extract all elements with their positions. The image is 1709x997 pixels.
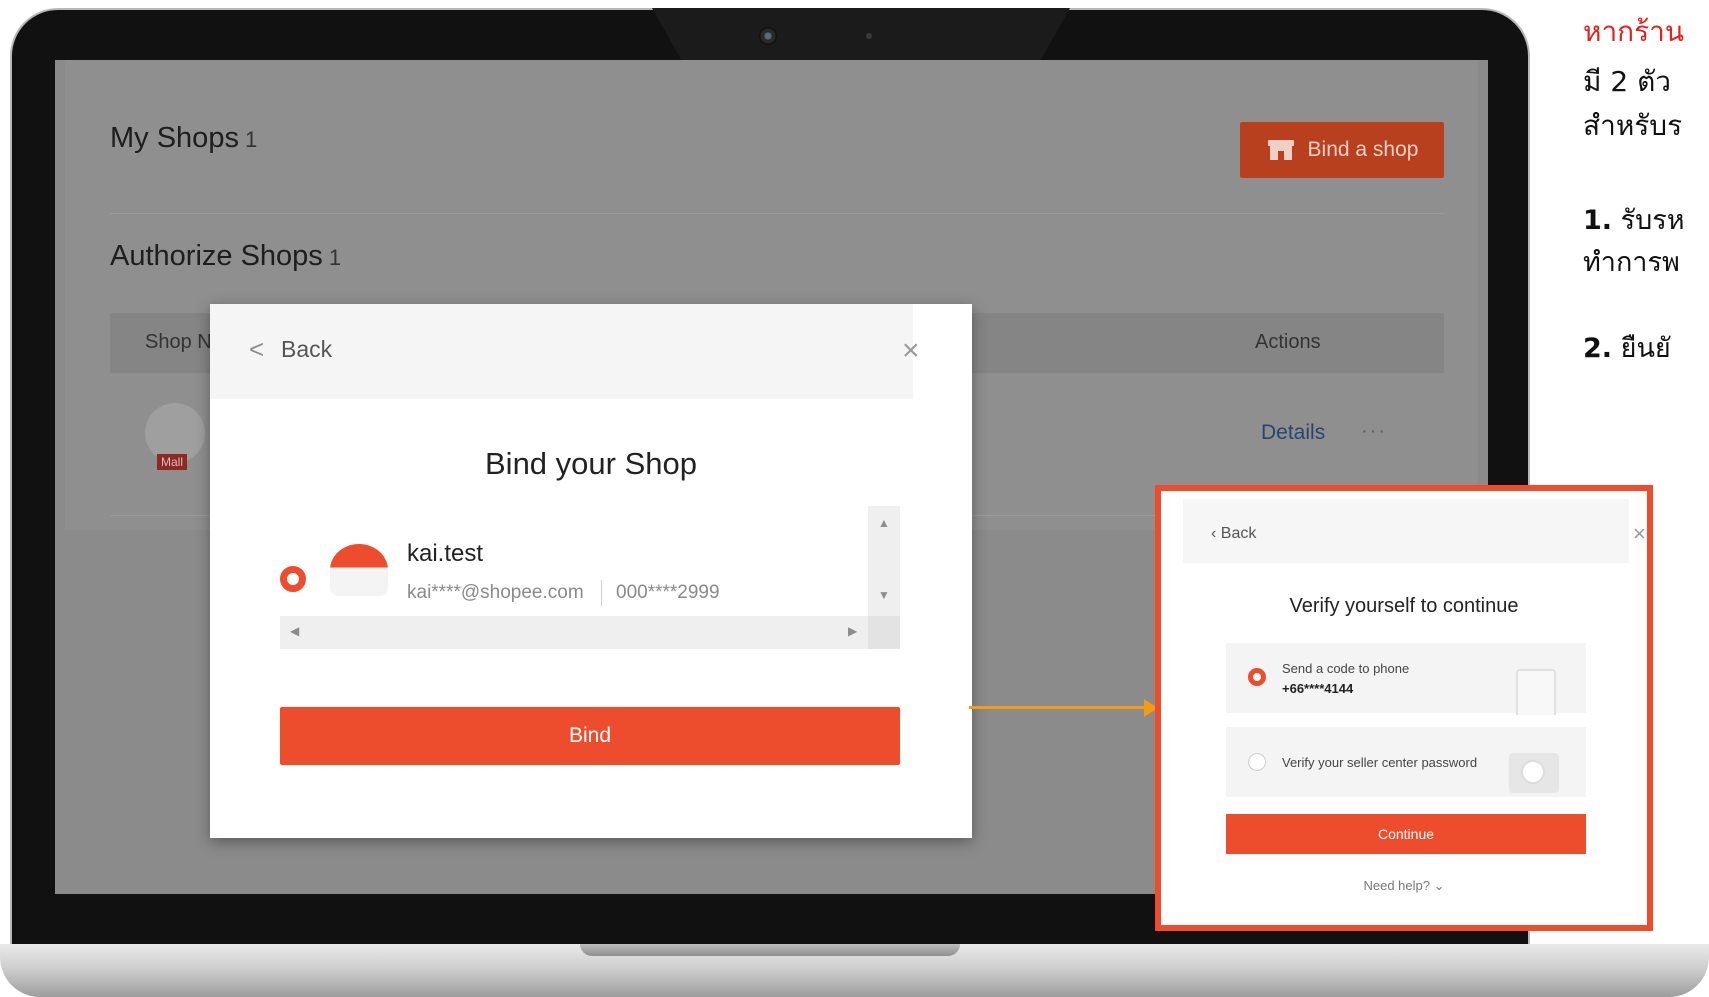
details-link[interactable]: Details xyxy=(1261,421,1325,445)
verify-panel: ‹ Back × Verify yourself to continue Sen… xyxy=(1155,485,1653,931)
shop-phone: 000****2999 xyxy=(616,582,720,603)
scrollbar-corner xyxy=(868,616,900,649)
lock-icon xyxy=(1509,753,1559,793)
back-button[interactable]: Back xyxy=(281,336,332,363)
step-1-text: รับรห xyxy=(1612,205,1685,236)
side-line-3: สำหรับร xyxy=(1583,109,1683,142)
my-shops-title: My Shops xyxy=(110,122,239,154)
webcam-notch xyxy=(652,8,1070,60)
bind-a-shop-label: Bind a shop xyxy=(1307,138,1419,161)
option-send-code-label: Send a code to phone xyxy=(1282,661,1410,676)
step-1-number: 1. xyxy=(1583,205,1613,236)
verify-back-button[interactable]: ‹ Back xyxy=(1211,525,1256,543)
scroll-left-icon[interactable]: ◀ xyxy=(290,624,299,638)
scroll-down-icon[interactable]: ▼ xyxy=(878,588,890,602)
close-icon[interactable]: × xyxy=(902,334,920,368)
my-shops-count: 1 xyxy=(244,127,258,152)
store-icon xyxy=(1267,140,1294,160)
side-line-5: ทำการพ xyxy=(1583,247,1680,278)
authorize-shops-count: 1 xyxy=(328,245,342,270)
radio-unselected[interactable] xyxy=(1248,753,1266,771)
my-shops-heading: My Shops 1 xyxy=(110,122,257,155)
bind-button[interactable]: Bind xyxy=(280,707,900,765)
section-divider xyxy=(110,213,1444,214)
side-step-2: 2. ยืนยั xyxy=(1583,326,1709,369)
radio-selected[interactable] xyxy=(1248,668,1266,686)
verify-title: Verify yourself to continue xyxy=(1289,595,1519,617)
phone-icon xyxy=(1516,669,1556,715)
side-heading: หากร้าน xyxy=(1583,15,1685,48)
modal-header: < Back xyxy=(210,304,913,399)
chevron-left-icon[interactable]: < xyxy=(249,334,264,365)
authorize-shops-heading: Authorize Shops 1 xyxy=(110,240,341,273)
continue-button[interactable]: Continue xyxy=(1226,814,1586,854)
shop-info-separator xyxy=(601,580,602,606)
vertical-scrollbar[interactable]: ▲ ▼ xyxy=(868,506,900,616)
shop-email: kai****@shopee.com xyxy=(407,582,584,603)
laptop-base-notch xyxy=(580,944,960,956)
shop-name: kai.test xyxy=(407,540,484,567)
shop-radio-selected[interactable] xyxy=(280,566,306,592)
side-line-2: มี 2 ตัว xyxy=(1583,65,1671,98)
bind-shop-modal: < Back × Bind your Shop kai.test kai****… xyxy=(210,304,972,838)
arrow-line xyxy=(969,706,1147,709)
column-actions: Actions xyxy=(1255,331,1321,353)
verify-close-icon[interactable]: × xyxy=(1633,521,1646,547)
verify-back-label: Back xyxy=(1220,525,1257,542)
mall-badge: Mall xyxy=(157,454,188,470)
bind-a-shop-button[interactable]: Bind a shop xyxy=(1240,122,1444,178)
option-phone-number: +66****4144 xyxy=(1282,681,1354,696)
horizontal-scrollbar[interactable]: ◀ ▶ xyxy=(280,616,868,649)
modal-title: Bind your Shop xyxy=(485,446,697,481)
shop-list[interactable]: kai.test kai****@shopee.com 000****2999 … xyxy=(280,506,900,649)
option-password[interactable]: Verify your seller center password xyxy=(1226,727,1586,797)
sensor-dot xyxy=(866,33,872,39)
scroll-right-icon[interactable]: ▶ xyxy=(848,624,857,638)
scroll-up-icon[interactable]: ▲ xyxy=(878,516,890,530)
option-send-code[interactable]: Send a code to phone +66****4144 xyxy=(1226,643,1586,715)
shop-avatar xyxy=(330,544,388,596)
step-2-number: 2. xyxy=(1583,333,1613,364)
verify-header: ‹ Back × xyxy=(1183,499,1646,563)
authorize-shops-title: Authorize Shops xyxy=(110,240,323,272)
step-2-text: ยืนยั xyxy=(1612,333,1671,364)
more-options-icon[interactable]: ··· xyxy=(1361,420,1387,443)
option-password-label: Verify your seller center password xyxy=(1282,755,1478,770)
side-step-1: 1. รับรห xyxy=(1583,198,1709,241)
webcam-icon xyxy=(759,27,777,45)
need-help-link[interactable]: Need help? ⌄ xyxy=(1161,878,1647,894)
